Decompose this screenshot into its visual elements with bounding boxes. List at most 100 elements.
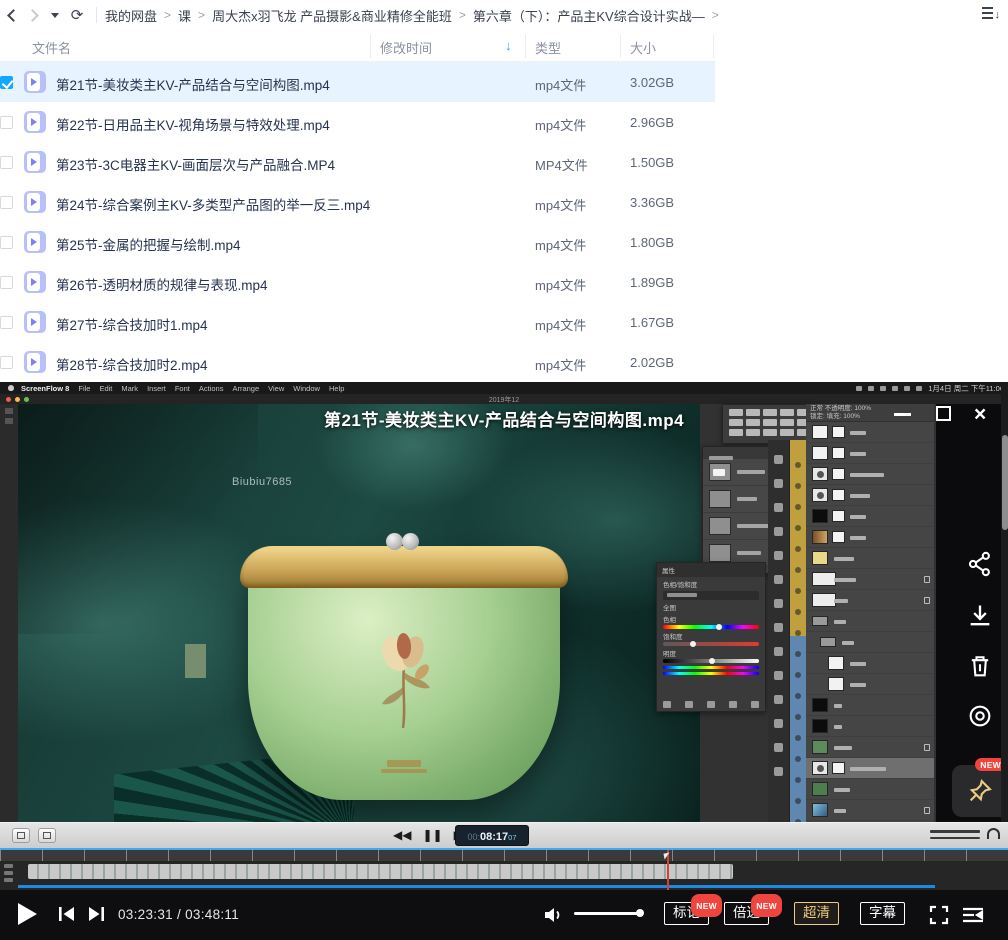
row-checkbox[interactable] — [0, 156, 13, 169]
menubar-item[interactable]: Edit — [99, 384, 112, 393]
photoshop-left-edge — [0, 404, 18, 822]
scrollbar-thumb[interactable] — [1001, 435, 1008, 530]
breadcrumb-item[interactable]: 我的网盘 — [105, 6, 157, 25]
hue-slider[interactable] — [663, 624, 759, 630]
row-checkbox[interactable] — [0, 276, 13, 289]
layer-eye-icon[interactable] — [795, 546, 801, 552]
menubar-item[interactable]: Font — [175, 384, 190, 393]
layer-eye-icon[interactable] — [795, 483, 801, 489]
file-name[interactable]: 第25节-金属的把握与绘制.mp4 — [56, 234, 241, 254]
table-row[interactable]: 第27节-综合技加时1.mp4 mp4文件 1.67GB — [0, 302, 715, 342]
volume-knob[interactable] — [636, 909, 644, 917]
table-row[interactable]: 第24节-综合案例主KV-多类型产品图的举一反三.mp4 mp4文件 3.36G… — [0, 182, 715, 222]
row-checkbox[interactable] — [0, 356, 13, 369]
mark-button[interactable]: 标记 NEW — [664, 894, 722, 925]
file-name[interactable]: 第26节-透明材质的规律与表现.mp4 — [56, 274, 268, 294]
layer-eye-icon[interactable] — [795, 651, 801, 657]
layer-eye-icon[interactable] — [795, 672, 801, 678]
column-header-type[interactable]: 类型 — [535, 38, 561, 57]
sort-descending-icon[interactable]: ↓ — [505, 38, 512, 53]
row-checkbox[interactable] — [0, 236, 13, 249]
file-name[interactable]: 第21节-美妆类主KV-产品结合与空间构图.mp4 — [56, 74, 330, 94]
next-episode-button[interactable] — [86, 905, 105, 923]
layer-eye-icon[interactable] — [795, 567, 801, 573]
delete-icon[interactable] — [966, 652, 994, 680]
screenflow-tool-button[interactable] — [12, 828, 30, 843]
record-disc-icon[interactable] — [966, 702, 994, 730]
row-checkbox[interactable] — [0, 116, 13, 129]
menubar-item[interactable]: Actions — [199, 384, 224, 393]
layer-eye-icon[interactable] — [795, 525, 801, 531]
pause-button[interactable]: ❚❚ — [422, 827, 442, 843]
menubar-item[interactable]: ScreenFlow 8 — [21, 384, 69, 393]
history-dropdown-button[interactable] — [44, 4, 66, 26]
close-button[interactable]: × — [974, 404, 994, 426]
lightness-slider[interactable] — [663, 658, 759, 664]
layer-eye-icon[interactable] — [795, 462, 801, 468]
column-header-modified[interactable]: 修改时间 — [380, 38, 432, 57]
maximize-button[interactable] — [936, 406, 951, 421]
back-button[interactable] — [0, 4, 22, 26]
layer-eye-icon[interactable] — [795, 609, 801, 615]
file-size: 3.36GB — [630, 195, 675, 210]
row-checkbox[interactable] — [0, 76, 13, 89]
file-name[interactable]: 第27节-综合技加时1.mp4 — [56, 314, 208, 334]
table-row[interactable]: 第22节-日用品主KV-视角场景与特效处理.mp4 mp4文件 2.96GB — [0, 102, 715, 142]
timeline-playhead[interactable] — [667, 850, 669, 892]
table-row[interactable]: 第26节-透明材质的规律与表现.mp4 mp4文件 1.89GB — [0, 262, 715, 302]
menubar-item[interactable]: Mark — [121, 384, 138, 393]
breadcrumb-item[interactable]: 课 — [178, 6, 191, 25]
file-name[interactable]: 第22节-日用品主KV-视角场景与特效处理.mp4 — [56, 114, 330, 134]
layer-eye-icon[interactable] — [795, 777, 801, 783]
layer-eye-icon[interactable] — [795, 714, 801, 720]
play-button[interactable] — [18, 903, 37, 925]
share-icon[interactable] — [966, 550, 994, 578]
row-checkbox[interactable] — [0, 316, 13, 329]
breadcrumb-item[interactable]: 周大杰x羽飞龙 产品摄影&商业精修全能班 — [212, 6, 452, 25]
table-row[interactable]: 第21节-美妆类主KV-产品结合与空间构图.mp4 mp4文件 3.02GB — [0, 62, 715, 102]
layer-eye-icon[interactable] — [795, 630, 801, 636]
file-name[interactable]: 第24节-综合案例主KV-多类型产品图的举一反三.mp4 — [56, 194, 370, 214]
volume-icon[interactable] — [541, 903, 565, 927]
fullscreen-icon[interactable] — [927, 903, 951, 927]
screenflow-crop-button[interactable] — [38, 828, 56, 843]
volume-slider[interactable] — [574, 909, 644, 917]
menubar-item[interactable]: File — [78, 384, 90, 393]
forward-button[interactable] — [22, 4, 44, 26]
previous-episode-button[interactable] — [58, 905, 77, 923]
table-row[interactable]: 第25节-金属的把握与绘制.mp4 mp4文件 1.80GB — [0, 222, 715, 262]
timeline-ruler[interactable] — [0, 850, 1008, 861]
table-row[interactable]: 第28节-综合技加时2.mp4 mp4文件 2.02GB — [0, 342, 715, 382]
refresh-button[interactable]: ⟳ — [66, 4, 88, 26]
column-header-size[interactable]: 大小 — [630, 38, 656, 57]
step-back-button[interactable]: ◀◀ — [393, 827, 411, 843]
menubar-item[interactable]: Help — [329, 384, 344, 393]
playlist-icon[interactable] — [960, 903, 986, 927]
menubar-item[interactable]: Insert — [147, 384, 166, 393]
pin-shortcut-card[interactable]: NEW — [952, 758, 1008, 817]
layer-eye-icon[interactable] — [795, 693, 801, 699]
layer-eye-icon[interactable] — [795, 504, 801, 510]
quality-button[interactable]: 超清 — [794, 902, 839, 925]
file-name[interactable]: 第23节-3C电器主KV-画面层次与产品融合.MP4 — [56, 154, 335, 174]
table-row[interactable]: 第23节-3C电器主KV-画面层次与产品融合.MP4 MP4文件 1.50GB — [0, 142, 715, 182]
layer-eye-icon[interactable] — [795, 735, 801, 741]
preset-dropdown[interactable] — [663, 591, 759, 600]
minimize-button[interactable] — [894, 406, 912, 422]
row-checkbox[interactable] — [0, 196, 13, 209]
layer-eye-icon[interactable] — [795, 798, 801, 804]
breadcrumb-item[interactable]: 第六章（下）：产品主KV综合设计实战— — [473, 6, 705, 25]
subtitle-button[interactable]: 字幕 — [860, 902, 905, 925]
clip-thumbnail-strip[interactable] — [28, 864, 733, 879]
menubar-item[interactable]: Window — [293, 384, 320, 393]
saturation-slider[interactable] — [663, 641, 759, 647]
list-sort-button[interactable]: ↓ — [982, 7, 1000, 22]
file-name[interactable]: 第28节-综合技加时2.mp4 — [56, 354, 208, 374]
download-icon[interactable] — [966, 602, 994, 630]
layer-eye-icon[interactable] — [795, 756, 801, 762]
menubar-item[interactable]: View — [268, 384, 284, 393]
menubar-item[interactable]: Arrange — [232, 384, 259, 393]
layer-eye-icon[interactable] — [795, 588, 801, 594]
speed-button[interactable]: 倍速 NEW — [724, 894, 782, 925]
column-header-name[interactable]: 文件名 — [32, 38, 71, 57]
